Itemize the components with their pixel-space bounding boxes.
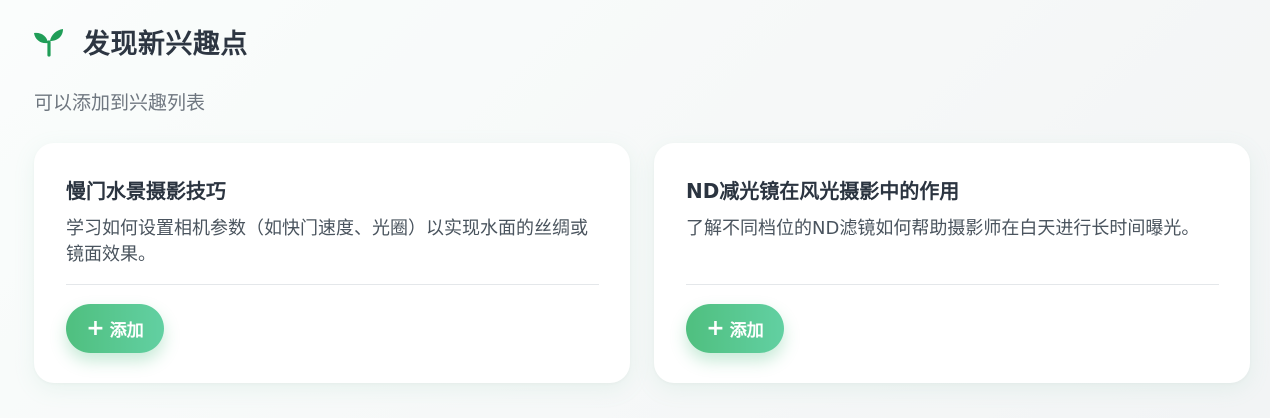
interest-card: ND减光镜在风光摄影中的作用 了解不同档位的ND滤镜如何帮助摄影师在白天进行长时…: [654, 143, 1250, 383]
add-button[interactable]: + 添加: [686, 304, 784, 353]
plus-icon: +: [86, 315, 105, 341]
interest-card: 慢门水景摄影技巧 学习如何设置相机参数（如快门速度、光圈）以实现水面的丝绸或镜面…: [34, 143, 630, 383]
add-button[interactable]: + 添加: [66, 304, 164, 353]
add-button-label: 添加: [109, 321, 144, 341]
card-divider: [66, 284, 599, 285]
page-header: 发现新兴趣点: [33, 22, 248, 61]
page-title: 发现新兴趣点: [83, 29, 248, 60]
sprout-icon: [33, 26, 65, 58]
interest-card-list: 慢门水景摄影技巧 学习如何设置相机参数（如快门速度、光圈）以实现水面的丝绸或镜面…: [34, 143, 1250, 383]
card-description: 了解不同档位的ND滤镜如何帮助摄影师在白天进行长时间曝光。: [686, 218, 1200, 239]
plus-icon: +: [706, 315, 725, 341]
card-divider: [686, 284, 1219, 285]
add-button-label: 添加: [729, 321, 764, 341]
card-title: 慢门水景摄影技巧: [66, 179, 226, 203]
card-description: 学习如何设置相机参数（如快门速度、光圈）以实现水面的丝绸或镜面效果。: [66, 218, 588, 265]
card-title: ND减光镜在风光摄影中的作用: [686, 179, 960, 203]
page-subtitle: 可以添加到兴趣列表: [34, 92, 206, 114]
